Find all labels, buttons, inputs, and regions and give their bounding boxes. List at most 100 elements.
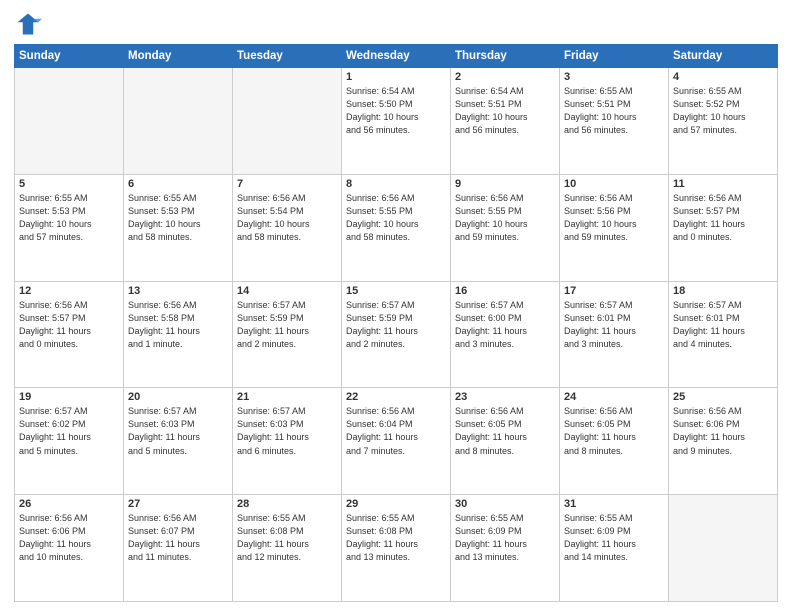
day-number: 12 [19,285,119,297]
day-info: Sunrise: 6:56 AM Sunset: 5:57 PM Dayligh… [19,299,119,351]
day-info: Sunrise: 6:56 AM Sunset: 6:05 PM Dayligh… [455,405,555,457]
day-info: Sunrise: 6:57 AM Sunset: 6:01 PM Dayligh… [673,299,773,351]
day-info: Sunrise: 6:54 AM Sunset: 5:50 PM Dayligh… [346,85,446,137]
day-number: 15 [346,285,446,297]
day-info: Sunrise: 6:56 AM Sunset: 6:06 PM Dayligh… [673,405,773,457]
calendar-cell: 16 Sunrise: 6:57 AM Sunset: 6:00 PM Dayli… [451,281,560,388]
day-number: 11 [673,178,773,190]
calendar-cell: 23 Sunrise: 6:56 AM Sunset: 6:05 PM Dayli… [451,388,560,495]
day-of-week-header: Saturday [669,45,778,68]
calendar-cell: 30 Sunrise: 6:55 AM Sunset: 6:09 PM Dayli… [451,495,560,602]
day-number: 1 [346,71,446,83]
day-info: Sunrise: 6:56 AM Sunset: 6:05 PM Dayligh… [564,405,664,457]
day-info: Sunrise: 6:57 AM Sunset: 6:03 PM Dayligh… [237,405,337,457]
day-number: 16 [455,285,555,297]
calendar-table: SundayMondayTuesdayWednesdayThursdayFrid… [14,44,778,602]
calendar-cell: 19 Sunrise: 6:57 AM Sunset: 6:02 PM Dayli… [15,388,124,495]
day-number: 3 [564,71,664,83]
calendar-cell: 27 Sunrise: 6:56 AM Sunset: 6:07 PM Dayli… [124,495,233,602]
calendar-cell [669,495,778,602]
page: SundayMondayTuesdayWednesdayThursdayFrid… [0,0,792,612]
calendar-cell: 28 Sunrise: 6:55 AM Sunset: 6:08 PM Dayli… [233,495,342,602]
day-number: 6 [128,178,228,190]
day-info: Sunrise: 6:56 AM Sunset: 6:06 PM Dayligh… [19,512,119,564]
calendar-cell [124,68,233,175]
calendar-cell [15,68,124,175]
day-info: Sunrise: 6:57 AM Sunset: 5:59 PM Dayligh… [237,299,337,351]
calendar-cell: 9 Sunrise: 6:56 AM Sunset: 5:55 PM Daylig… [451,174,560,281]
calendar-cell: 11 Sunrise: 6:56 AM Sunset: 5:57 PM Dayli… [669,174,778,281]
calendar-week-row: 1 Sunrise: 6:54 AM Sunset: 5:50 PM Daylig… [15,68,778,175]
day-number: 28 [237,498,337,510]
calendar-cell: 22Sunrise: 6:56 AM Sunset: 6:04 PM Dayli… [342,388,451,495]
day-number: 23 [455,391,555,403]
calendar-cell: 13 Sunrise: 6:56 AM Sunset: 5:58 PM Dayli… [124,281,233,388]
calendar-cell: 24Sunrise: 6:56 AM Sunset: 6:05 PM Dayli… [560,388,669,495]
day-info: Sunrise: 6:55 AM Sunset: 6:09 PM Dayligh… [564,512,664,564]
calendar-cell: 6 Sunrise: 6:55 AM Sunset: 5:53 PM Daylig… [124,174,233,281]
calendar-cell: 7Sunrise: 6:56 AM Sunset: 5:54 PM Daylig… [233,174,342,281]
calendar-cell: 5Sunrise: 6:55 AM Sunset: 5:53 PM Daylig… [15,174,124,281]
calendar-week-row: 5Sunrise: 6:55 AM Sunset: 5:53 PM Daylig… [15,174,778,281]
day-number: 19 [19,391,119,403]
day-info: Sunrise: 6:56 AM Sunset: 6:07 PM Dayligh… [128,512,228,564]
calendar-cell: 3 Sunrise: 6:55 AM Sunset: 5:51 PM Daylig… [560,68,669,175]
day-number: 25 [673,391,773,403]
day-number: 2 [455,71,555,83]
day-number: 21 [237,391,337,403]
calendar-week-row: 26Sunrise: 6:56 AM Sunset: 6:06 PM Dayli… [15,495,778,602]
day-number: 9 [455,178,555,190]
day-of-week-header: Tuesday [233,45,342,68]
calendar-header: SundayMondayTuesdayWednesdayThursdayFrid… [15,45,778,68]
day-info: Sunrise: 6:55 AM Sunset: 6:08 PM Dayligh… [237,512,337,564]
day-info: Sunrise: 6:55 AM Sunset: 5:51 PM Dayligh… [564,85,664,137]
calendar-cell: 17Sunrise: 6:57 AM Sunset: 6:01 PM Dayli… [560,281,669,388]
day-number: 31 [564,498,664,510]
day-of-week-header: Monday [124,45,233,68]
calendar-cell: 2Sunrise: 6:54 AM Sunset: 5:51 PM Daylig… [451,68,560,175]
day-info: Sunrise: 6:56 AM Sunset: 5:54 PM Dayligh… [237,192,337,244]
logo-icon [14,10,42,38]
calendar-cell: 31 Sunrise: 6:55 AM Sunset: 6:09 PM Dayli… [560,495,669,602]
day-info: Sunrise: 6:56 AM Sunset: 5:57 PM Dayligh… [673,192,773,244]
day-info: Sunrise: 6:55 AM Sunset: 6:08 PM Dayligh… [346,512,446,564]
day-number: 4 [673,71,773,83]
day-of-week-header: Thursday [451,45,560,68]
day-info: Sunrise: 6:57 AM Sunset: 6:02 PM Dayligh… [19,405,119,457]
day-number: 22 [346,391,446,403]
day-info: Sunrise: 6:57 AM Sunset: 6:01 PM Dayligh… [564,299,664,351]
day-info: Sunrise: 6:55 AM Sunset: 5:53 PM Dayligh… [128,192,228,244]
day-number: 27 [128,498,228,510]
calendar-cell: 10Sunrise: 6:56 AM Sunset: 5:56 PM Dayli… [560,174,669,281]
calendar-cell: 25 Sunrise: 6:56 AM Sunset: 6:06 PM Dayli… [669,388,778,495]
calendar-cell: 1 Sunrise: 6:54 AM Sunset: 5:50 PM Daylig… [342,68,451,175]
calendar-cell: 4 Sunrise: 6:55 AM Sunset: 5:52 PM Daylig… [669,68,778,175]
day-info: Sunrise: 6:57 AM Sunset: 6:03 PM Dayligh… [128,405,228,457]
calendar-cell: 12 Sunrise: 6:56 AM Sunset: 5:57 PM Dayli… [15,281,124,388]
day-info: Sunrise: 6:55 AM Sunset: 5:52 PM Dayligh… [673,85,773,137]
calendar-cell: 8 Sunrise: 6:56 AM Sunset: 5:55 PM Daylig… [342,174,451,281]
day-info: Sunrise: 6:57 AM Sunset: 5:59 PM Dayligh… [346,299,446,351]
day-number: 20 [128,391,228,403]
calendar-cell: 29 Sunrise: 6:55 AM Sunset: 6:08 PM Dayli… [342,495,451,602]
calendar-cell: 15 Sunrise: 6:57 AM Sunset: 5:59 PM Dayli… [342,281,451,388]
calendar-cell: 26Sunrise: 6:56 AM Sunset: 6:06 PM Dayli… [15,495,124,602]
day-number: 30 [455,498,555,510]
day-of-week-header: Sunday [15,45,124,68]
day-info: Sunrise: 6:57 AM Sunset: 6:00 PM Dayligh… [455,299,555,351]
day-info: Sunrise: 6:55 AM Sunset: 6:09 PM Dayligh… [455,512,555,564]
day-info: Sunrise: 6:56 AM Sunset: 5:55 PM Dayligh… [455,192,555,244]
day-number: 8 [346,178,446,190]
calendar-week-row: 19 Sunrise: 6:57 AM Sunset: 6:02 PM Dayli… [15,388,778,495]
day-number: 13 [128,285,228,297]
logo [14,10,46,38]
days-header-row: SundayMondayTuesdayWednesdayThursdayFrid… [15,45,778,68]
day-number: 29 [346,498,446,510]
calendar-cell: 14Sunrise: 6:57 AM Sunset: 5:59 PM Dayli… [233,281,342,388]
calendar-week-row: 12 Sunrise: 6:56 AM Sunset: 5:57 PM Dayli… [15,281,778,388]
day-info: Sunrise: 6:56 AM Sunset: 5:58 PM Dayligh… [128,299,228,351]
day-info: Sunrise: 6:56 AM Sunset: 5:55 PM Dayligh… [346,192,446,244]
day-of-week-header: Friday [560,45,669,68]
day-number: 10 [564,178,664,190]
calendar-cell: 21 Sunrise: 6:57 AM Sunset: 6:03 PM Dayli… [233,388,342,495]
